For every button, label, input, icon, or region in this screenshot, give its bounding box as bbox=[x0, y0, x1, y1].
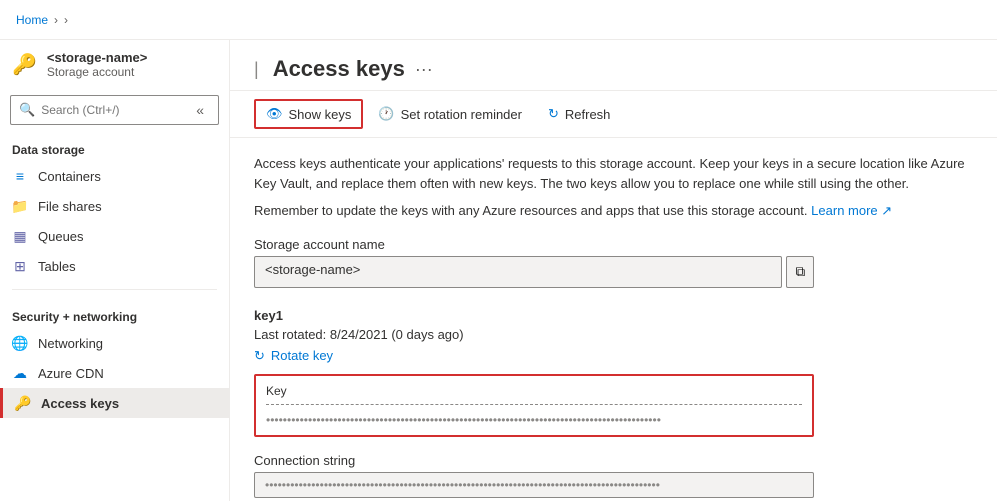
storage-name-input: <storage-name> bbox=[254, 256, 782, 288]
rotation-label: Set rotation reminder bbox=[401, 107, 522, 122]
networking-icon: 🌐 bbox=[12, 335, 28, 351]
storage-account-name: <storage-name> bbox=[47, 50, 147, 65]
key1-field-label: Key bbox=[266, 384, 802, 398]
storage-icon: 🔑 bbox=[12, 52, 37, 77]
search-box[interactable]: 🔍 « bbox=[10, 95, 219, 125]
search-input[interactable] bbox=[41, 103, 184, 117]
section-label-security: Security + networking bbox=[0, 298, 229, 328]
storage-account-type: Storage account bbox=[47, 65, 147, 79]
search-icon: 🔍 bbox=[19, 102, 35, 118]
refresh-label: Refresh bbox=[565, 107, 611, 122]
sidebar-item-label-azure-cdn: Azure CDN bbox=[38, 366, 104, 381]
sidebar: 🔑 <storage-name> Storage account 🔍 « Dat… bbox=[0, 40, 230, 501]
sidebar-item-label-file-shares: File shares bbox=[38, 199, 102, 214]
queues-icon: ▦ bbox=[12, 228, 28, 244]
show-keys-label: Show keys bbox=[289, 107, 352, 122]
sidebar-item-tables[interactable]: ⊞ Tables bbox=[0, 251, 229, 281]
storage-account-name-label: Storage account name bbox=[254, 237, 973, 252]
key1-section: key1 Last rotated: 8/24/2021 (0 days ago… bbox=[254, 308, 973, 498]
breadcrumb: Home › › bbox=[16, 13, 68, 27]
azure-cdn-icon: ☁ bbox=[12, 365, 28, 381]
access-keys-sidebar-icon: 🔑 bbox=[15, 395, 31, 411]
learn-more-link[interactable]: Learn more ↗ bbox=[811, 203, 892, 218]
connection-string-label: Connection string bbox=[254, 453, 973, 468]
sidebar-item-queues[interactable]: ▦ Queues bbox=[0, 221, 229, 251]
rotate-key-button[interactable]: ↻ Rotate key bbox=[254, 348, 973, 364]
refresh-icon: ↻ bbox=[548, 106, 559, 122]
copy-icon: ⧉ bbox=[795, 264, 805, 280]
eye-icon: 👁 bbox=[266, 106, 283, 122]
set-rotation-reminder-button[interactable]: 🕐 Set rotation reminder bbox=[367, 100, 533, 128]
header-divider: | bbox=[254, 59, 259, 80]
sidebar-item-access-keys[interactable]: 🔑 Access keys bbox=[0, 388, 229, 418]
file-shares-icon: 📁 bbox=[12, 198, 28, 214]
breadcrumb-sep-1: › bbox=[54, 13, 58, 27]
sidebar-item-label-containers: Containers bbox=[38, 169, 101, 184]
sidebar-item-label-networking: Networking bbox=[38, 336, 103, 351]
containers-icon: ≡ bbox=[12, 168, 28, 184]
topbar: Home › › bbox=[0, 0, 997, 40]
breadcrumb-home[interactable]: Home bbox=[16, 13, 48, 27]
key1-value: ••••••••••••••••••••••••••••••••••••••••… bbox=[266, 404, 802, 427]
connection-string-section: Connection string ••••••••••••••••••••••… bbox=[254, 453, 973, 498]
description-1: Access keys authenticate your applicatio… bbox=[254, 154, 973, 193]
clock-icon: 🕐 bbox=[378, 106, 394, 122]
page-title: Access keys bbox=[273, 56, 405, 82]
collapse-button[interactable]: « bbox=[190, 100, 210, 120]
tables-icon: ⊞ bbox=[12, 258, 28, 274]
content-area: Access keys authenticate your applicatio… bbox=[230, 138, 997, 501]
sidebar-item-label-tables: Tables bbox=[38, 259, 76, 274]
sidebar-item-containers[interactable]: ≡ Containers bbox=[0, 161, 229, 191]
sidebar-scroll: Data storage ≡ Containers 📁 File shares … bbox=[0, 131, 229, 501]
main-content: | Access keys ··· 👁 Show keys 🕐 Set rota… bbox=[230, 40, 997, 501]
sidebar-item-file-shares[interactable]: 📁 File shares bbox=[0, 191, 229, 221]
more-options-button[interactable]: ··· bbox=[415, 59, 433, 80]
sidebar-item-label-queues: Queues bbox=[38, 229, 84, 244]
storage-name-row: <storage-name> ⧉ bbox=[254, 256, 814, 288]
key1-title: key1 bbox=[254, 308, 973, 323]
sidebar-item-label-access-keys: Access keys bbox=[41, 396, 119, 411]
refresh-button[interactable]: ↻ Refresh bbox=[537, 100, 621, 128]
description-2: Remember to update the keys with any Azu… bbox=[254, 201, 973, 221]
sidebar-item-networking[interactable]: 🌐 Networking bbox=[0, 328, 229, 358]
toolbar: 👁 Show keys 🕐 Set rotation reminder ↻ Re… bbox=[230, 91, 997, 138]
sidebar-header: 🔑 <storage-name> Storage account bbox=[0, 40, 229, 89]
main-header: | Access keys ··· bbox=[230, 40, 997, 91]
breadcrumb-sep-2: › bbox=[64, 13, 68, 27]
rotate-key-label: Rotate key bbox=[271, 348, 333, 363]
rotate-icon: ↻ bbox=[254, 348, 265, 364]
section-label-data-storage: Data storage bbox=[0, 131, 229, 161]
sidebar-divider-1 bbox=[12, 289, 217, 290]
key1-field-box: Key ••••••••••••••••••••••••••••••••••••… bbox=[254, 374, 814, 437]
key1-last-rotated: Last rotated: 8/24/2021 (0 days ago) bbox=[254, 327, 973, 342]
connection-string-value: ••••••••••••••••••••••••••••••••••••••••… bbox=[254, 472, 814, 498]
show-keys-button[interactable]: 👁 Show keys bbox=[254, 99, 363, 129]
sidebar-item-azure-cdn[interactable]: ☁ Azure CDN bbox=[0, 358, 229, 388]
copy-storage-name-button[interactable]: ⧉ bbox=[786, 256, 814, 288]
